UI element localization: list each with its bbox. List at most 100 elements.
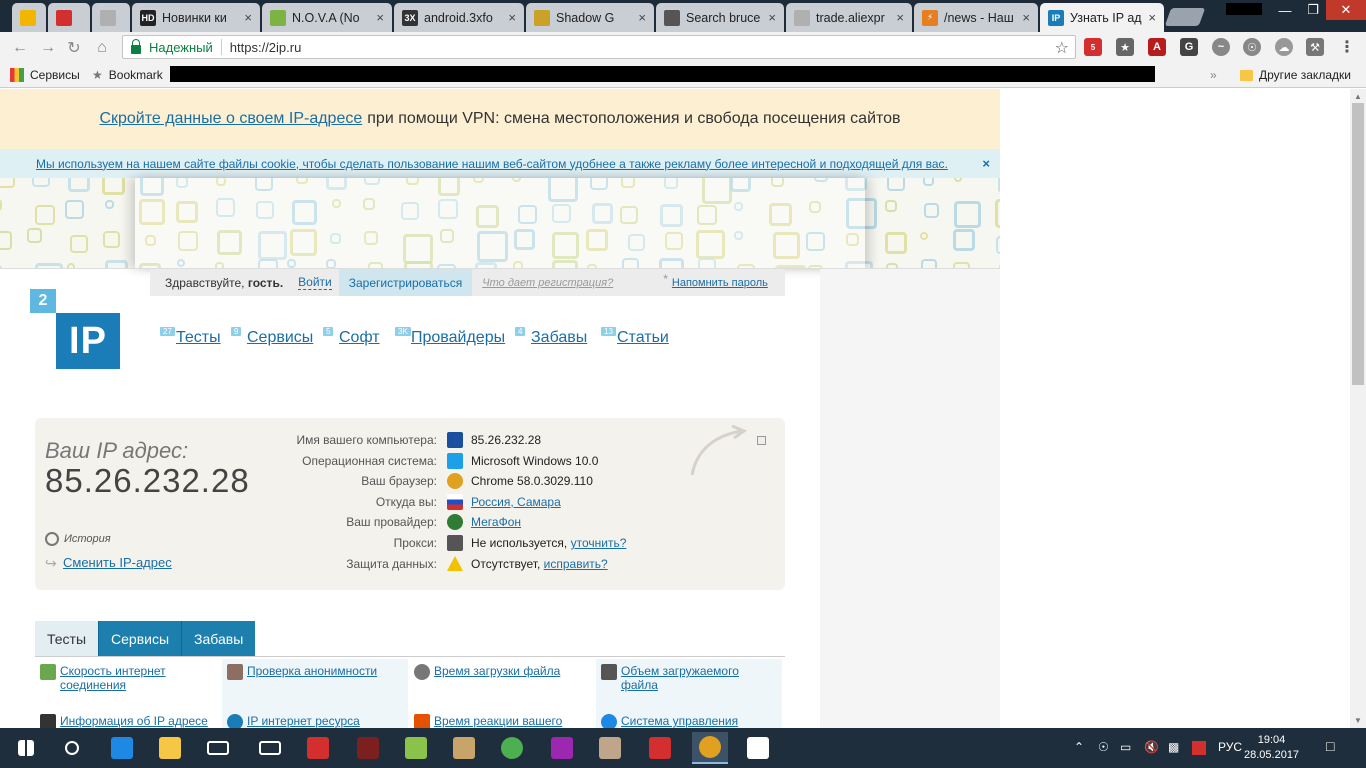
menu-item[interactable]: 4 Забавы — [515, 327, 587, 347]
cookie-close-icon[interactable]: × — [982, 156, 990, 171]
tab-close-icon[interactable]: × — [244, 10, 252, 25]
extension-adblock-icon[interactable]: 5 — [1084, 38, 1102, 56]
cookie-text-link[interactable]: Мы используем на нашем сайте файлы cooki… — [36, 157, 948, 171]
file-explorer-icon[interactable] — [152, 732, 188, 764]
menu-link[interactable]: Статьи — [617, 329, 669, 346]
test-item[interactable]: Объем загружаемого файла — [596, 659, 782, 709]
tab-close-icon[interactable]: × — [1022, 10, 1030, 25]
tray-battery-icon[interactable]: ▭ — [1120, 740, 1131, 754]
info-value-link[interactable]: уточнить? — [571, 536, 627, 550]
tray-volume-icon[interactable]: 🔇 — [1144, 740, 1159, 754]
extension-vpn-icon[interactable]: ~ — [1212, 38, 1230, 56]
test-link[interactable]: Информация об IP адресе — [60, 714, 210, 728]
reload-icon[interactable]: ↻ — [64, 38, 84, 58]
browser-tab[interactable]: trade.aliexpr × — [786, 3, 912, 32]
menu-link[interactable]: Тесты — [176, 329, 221, 346]
clock[interactable]: 19:04 28.05.2017 — [1244, 733, 1299, 763]
menu-icon[interactable]: ⋮ — [1338, 38, 1356, 56]
register-button[interactable]: Зарегистрироваться — [338, 269, 473, 296]
notifications-icon[interactable]: □ — [1326, 738, 1334, 754]
settings-app-icon[interactable] — [740, 732, 776, 764]
home-icon[interactable]: ⌂ — [92, 38, 112, 58]
address-bar[interactable]: Надежный https://2ip.ru ☆ — [122, 35, 1076, 59]
vpn-link[interactable]: Скройте данные о своем IP-адресе — [99, 110, 362, 128]
menu-item[interactable]: 3K Провайдеры — [395, 327, 505, 347]
bookmark-item[interactable]: ★ Bookmark — [92, 68, 163, 82]
bookmark-star-icon[interactable]: ☆ — [1055, 38, 1069, 58]
menu-item[interactable]: 5 Софт — [323, 327, 380, 347]
logo-ip[interactable]: IP — [56, 313, 120, 369]
test-item[interactable]: Информация об IP адресе — [35, 709, 221, 728]
other-bookmarks[interactable]: Другие закладки — [1240, 68, 1351, 82]
info-value-link[interactable]: МегаФон — [471, 515, 521, 529]
extension-cloud-icon[interactable]: ☁ — [1275, 38, 1293, 56]
test-item[interactable]: Скорость интернет соединения — [35, 659, 221, 709]
browser-tab[interactable]: Search bruce × — [656, 3, 784, 32]
info-value-link[interactable]: Россия, Самара — [471, 495, 561, 509]
edge-icon[interactable] — [104, 732, 140, 764]
page-scrollbar[interactable]: ▲ ▼ — [1350, 89, 1366, 728]
extension-shield-icon[interactable]: ★ — [1116, 38, 1134, 56]
info-value-link[interactable]: исправить? — [544, 557, 608, 571]
store-icon[interactable] — [200, 732, 236, 764]
test-link[interactable]: Объем загружаемого файла — [621, 664, 771, 692]
test-item[interactable]: Время загрузки файла — [409, 659, 595, 709]
tab-close-icon[interactable]: × — [1148, 10, 1156, 25]
browser-tab[interactable] — [48, 3, 90, 32]
scrollbar-thumb[interactable] — [1352, 103, 1364, 385]
start-icon[interactable] — [8, 732, 44, 764]
coffee-app-icon[interactable] — [446, 732, 482, 764]
extension-translate-icon[interactable]: G — [1180, 38, 1198, 56]
test-link[interactable]: Система управления — [621, 714, 771, 728]
browser-tab[interactable]: ⚡ /news - Наш × — [914, 3, 1038, 32]
restore-button[interactable]: ❐ — [1298, 0, 1328, 20]
tab-close-icon[interactable]: × — [376, 10, 384, 25]
chrome-taskbar-icon[interactable] — [692, 732, 728, 764]
back-icon[interactable]: ← — [10, 38, 30, 58]
close-window-button[interactable]: ✕ — [1326, 0, 1366, 20]
chart-app-icon[interactable] — [398, 732, 434, 764]
menu-link[interactable]: Софт — [339, 329, 380, 346]
search-icon[interactable] — [54, 732, 90, 764]
test-link[interactable]: Скорость интернет соединения — [60, 664, 210, 692]
browser-tab[interactable]: 3X android.3xfo × — [394, 3, 524, 32]
test-item[interactable]: Проверка анонимности — [222, 659, 408, 709]
scroll-up-icon[interactable]: ▲ — [1354, 92, 1362, 101]
menu-link[interactable]: Сервисы — [247, 329, 313, 346]
bookmarks-overflow-icon[interactable]: » — [1210, 68, 1217, 82]
tab-close-icon[interactable]: × — [638, 10, 646, 25]
tray-chevron-icon[interactable]: ⌃ — [1074, 740, 1084, 754]
game-icon[interactable] — [350, 732, 386, 764]
winrar-icon[interactable] — [544, 732, 580, 764]
tray-signal-icon[interactable]: ▩ — [1168, 740, 1179, 754]
menu-link[interactable]: Забавы — [531, 329, 587, 346]
test-item[interactable]: IP интернет ресурса — [222, 709, 408, 728]
browser-tab[interactable] — [12, 3, 46, 32]
browser-tab[interactable] — [92, 3, 130, 32]
test-item[interactable]: Время реакции вашего — [409, 709, 595, 728]
login-link[interactable]: Войти — [298, 275, 332, 290]
remind-password-link[interactable]: Напомнить пароль — [672, 277, 768, 289]
tray-vpn-icon[interactable]: ☉ — [1098, 740, 1109, 754]
browser-tab[interactable]: N.O.V.A (No × — [262, 3, 392, 32]
huawei-icon[interactable] — [300, 732, 336, 764]
test-link[interactable]: Проверка анонимности — [247, 664, 397, 678]
menu-item[interactable]: 9 Сервисы — [231, 327, 313, 347]
new-tab-button[interactable] — [1164, 8, 1206, 26]
menu-item[interactable]: 13 Статьи — [601, 327, 669, 347]
logo-two[interactable]: 2 — [30, 289, 56, 313]
tab-1[interactable]: Сервисы — [98, 621, 182, 657]
share-button[interactable] — [757, 436, 766, 445]
tab-0[interactable]: Тесты — [35, 621, 99, 657]
scroll-down-icon[interactable]: ▼ — [1354, 716, 1362, 725]
url-text[interactable]: https://2ip.ru — [230, 40, 302, 55]
globe-app-icon[interactable] — [494, 732, 530, 764]
menu-link[interactable]: Провайдеры — [411, 329, 505, 346]
extension-globe-icon[interactable]: ☉ — [1243, 38, 1261, 56]
tray-app-icon[interactable] — [1192, 741, 1206, 755]
browser-tab[interactable]: Shadow G × — [526, 3, 654, 32]
test-link[interactable]: Время реакции вашего — [434, 714, 584, 728]
test-link[interactable]: IP интернет ресурса — [247, 714, 397, 728]
extension-pdf-icon[interactable]: A — [1148, 38, 1166, 56]
tab-close-icon[interactable]: × — [896, 10, 904, 25]
